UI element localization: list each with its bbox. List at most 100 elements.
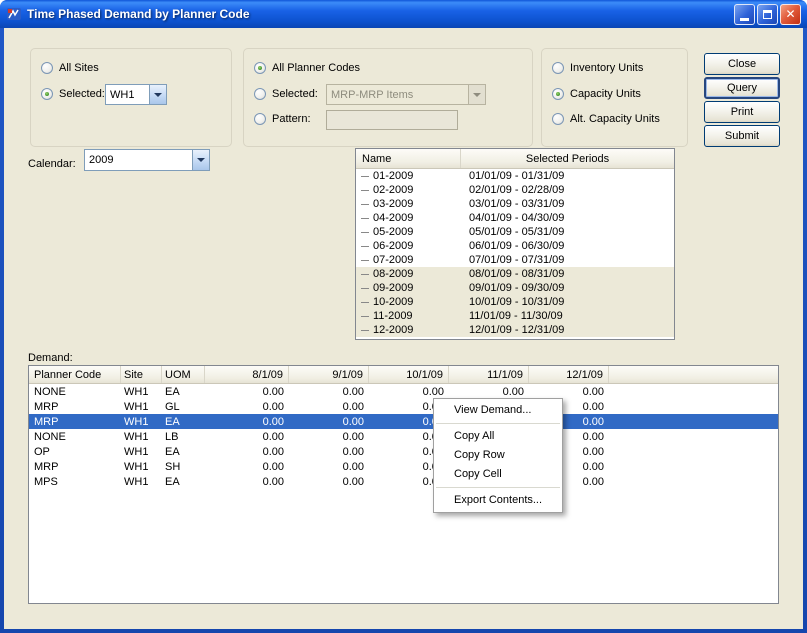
radio-selected-site[interactable]: Selected:: [41, 87, 105, 101]
radio-label: Selected:: [272, 88, 318, 100]
demand-column-header[interactable]: UOM: [162, 366, 205, 383]
demand-cell: WH1: [121, 416, 162, 428]
menu-item-copy-all[interactable]: Copy All: [434, 427, 562, 446]
sites-groupbox: All Sites Selected: WH1: [30, 48, 232, 147]
demand-row[interactable]: MPSWH1EA0.000.000.000.000.00: [29, 474, 778, 489]
demand-row[interactable]: MRPWH1GL0.000.000.000.000.00: [29, 399, 778, 414]
demand-cell: EA: [162, 416, 205, 428]
period-row[interactable]: 11-200911/01/09 - 11/30/09: [356, 309, 674, 323]
demand-column-header[interactable]: 11/1/09: [449, 366, 529, 383]
period-row[interactable]: 03-200903/01/09 - 03/31/09: [356, 197, 674, 211]
close-window-button[interactable]: ✕: [780, 4, 801, 25]
demand-cell: 0.00: [205, 461, 289, 473]
demand-cell: EA: [162, 446, 205, 458]
demand-cell: NONE: [29, 386, 121, 398]
demand-cell: OP: [29, 446, 121, 458]
app-window: Time Phased Demand by Planner Code ✕ All…: [0, 0, 807, 633]
submit-button[interactable]: Submit: [704, 125, 780, 147]
radio-alt-capacity-units[interactable]: Alt. Capacity Units: [552, 112, 660, 126]
combobox-dropdown-icon[interactable]: [149, 85, 166, 104]
demand-cell: 0.00: [205, 431, 289, 443]
demand-column-header[interactable]: Site: [121, 366, 162, 383]
radio-off-icon: [254, 88, 266, 100]
periods-column-name[interactable]: Name: [356, 149, 461, 168]
calendar-label: Calendar:: [28, 158, 76, 170]
radio-pattern[interactable]: Pattern:: [254, 112, 311, 126]
demand-column-header[interactable]: 8/1/09: [205, 366, 289, 383]
demand-row[interactable]: MRPWH1EA0.000.000.000.000.00: [29, 414, 778, 429]
titlebar[interactable]: Time Phased Demand by Planner Code ✕: [0, 0, 807, 28]
period-name: 07-2009: [373, 254, 461, 266]
period-row[interactable]: 02-200902/01/09 - 02/28/09: [356, 183, 674, 197]
period-row[interactable]: 04-200904/01/09 - 04/30/09: [356, 211, 674, 225]
tree-branch-icon: [361, 176, 369, 177]
demand-cell: MRP: [29, 401, 121, 413]
demand-cell: EA: [162, 386, 205, 398]
query-button[interactable]: Query: [704, 77, 780, 99]
period-row[interactable]: 10-200910/01/09 - 10/31/09: [356, 295, 674, 309]
menu-item-view-demand[interactable]: View Demand...: [434, 401, 562, 420]
tree-branch-icon: [361, 190, 369, 191]
radio-on-icon: [552, 88, 564, 100]
menu-item-copy-row[interactable]: Copy Row: [434, 446, 562, 465]
print-button[interactable]: Print: [704, 101, 780, 123]
period-range: 05/01/09 - 05/31/09: [461, 226, 674, 238]
titlebar-buttons: ✕: [734, 4, 801, 25]
radio-all-planner-codes[interactable]: All Planner Codes: [254, 61, 360, 75]
period-row[interactable]: 06-200906/01/09 - 06/30/09: [356, 239, 674, 253]
menu-item-export-contents[interactable]: Export Contents...: [434, 491, 562, 510]
minimize-button[interactable]: [734, 4, 755, 25]
demand-cell: WH1: [121, 461, 162, 473]
calendar-combobox[interactable]: 2009: [84, 149, 210, 171]
period-range: 11/01/09 - 11/30/09: [461, 310, 674, 322]
period-row[interactable]: 08-200908/01/09 - 08/31/09: [356, 267, 674, 281]
radio-inventory-units[interactable]: Inventory Units: [552, 61, 643, 75]
units-groupbox: Inventory Units Capacity Units Alt. Capa…: [541, 48, 688, 147]
demand-row[interactable]: NONEWH1LB0.000.000.000.000.00: [29, 429, 778, 444]
demand-row[interactable]: MRPWH1SH0.000.000.000.000.00: [29, 459, 778, 474]
radio-capacity-units[interactable]: Capacity Units: [552, 87, 641, 101]
period-name: 03-2009: [373, 198, 461, 210]
radio-label: Inventory Units: [570, 62, 643, 74]
demand-row[interactable]: NONEWH1EA0.000.000.000.000.00: [29, 384, 778, 399]
demand-column-header[interactable]: 10/1/09: [369, 366, 449, 383]
maximize-button[interactable]: [757, 4, 778, 25]
combobox-dropdown-icon[interactable]: [192, 150, 209, 170]
period-name: 09-2009: [373, 282, 461, 294]
period-row[interactable]: 01-200901/01/09 - 01/31/09: [356, 169, 674, 183]
site-combobox[interactable]: WH1: [105, 84, 167, 105]
period-row[interactable]: 07-200907/01/09 - 07/31/09: [356, 253, 674, 267]
radio-all-sites[interactable]: All Sites: [41, 61, 99, 75]
demand-cell: 0.00: [205, 446, 289, 458]
period-name: 10-2009: [373, 296, 461, 308]
demand-table: Planner CodeSiteUOM8/1/099/1/0910/1/0911…: [28, 365, 779, 604]
demand-body: NONEWH1EA0.000.000.000.000.00MRPWH1GL0.0…: [29, 384, 778, 489]
site-combobox-value: WH1: [106, 85, 149, 104]
period-row[interactable]: 09-200909/01/09 - 09/30/09: [356, 281, 674, 295]
demand-cell: MPS: [29, 476, 121, 488]
radio-label: All Sites: [59, 62, 99, 74]
periods-column-selected-periods[interactable]: Selected Periods: [461, 149, 674, 168]
demand-label: Demand:: [28, 352, 73, 364]
demand-row[interactable]: OPWH1EA0.000.000.000.000.00: [29, 444, 778, 459]
period-name: 08-2009: [373, 268, 461, 280]
close-button[interactable]: Close: [704, 53, 780, 75]
demand-cell: WH1: [121, 446, 162, 458]
demand-cell: 0.00: [289, 416, 369, 428]
demand-cell: 0.00: [529, 386, 609, 398]
demand-cell: 0.00: [205, 401, 289, 413]
tree-branch-icon: [361, 218, 369, 219]
pattern-input: [326, 110, 458, 130]
demand-column-header[interactable]: Planner Code: [29, 366, 121, 383]
radio-off-icon: [552, 113, 564, 125]
demand-column-header[interactable]: 12/1/09: [529, 366, 609, 383]
app-icon: [6, 6, 22, 22]
period-row[interactable]: 05-200905/01/09 - 05/31/09: [356, 225, 674, 239]
window-title: Time Phased Demand by Planner Code: [27, 7, 250, 21]
demand-cell: 0.00: [289, 386, 369, 398]
menu-item-copy-cell[interactable]: Copy Cell: [434, 465, 562, 484]
demand-column-header[interactable]: 9/1/09: [289, 366, 369, 383]
period-row[interactable]: 12-200912/01/09 - 12/31/09: [356, 323, 674, 337]
tree-branch-icon: [361, 232, 369, 233]
radio-selected-planner[interactable]: Selected:: [254, 87, 318, 101]
